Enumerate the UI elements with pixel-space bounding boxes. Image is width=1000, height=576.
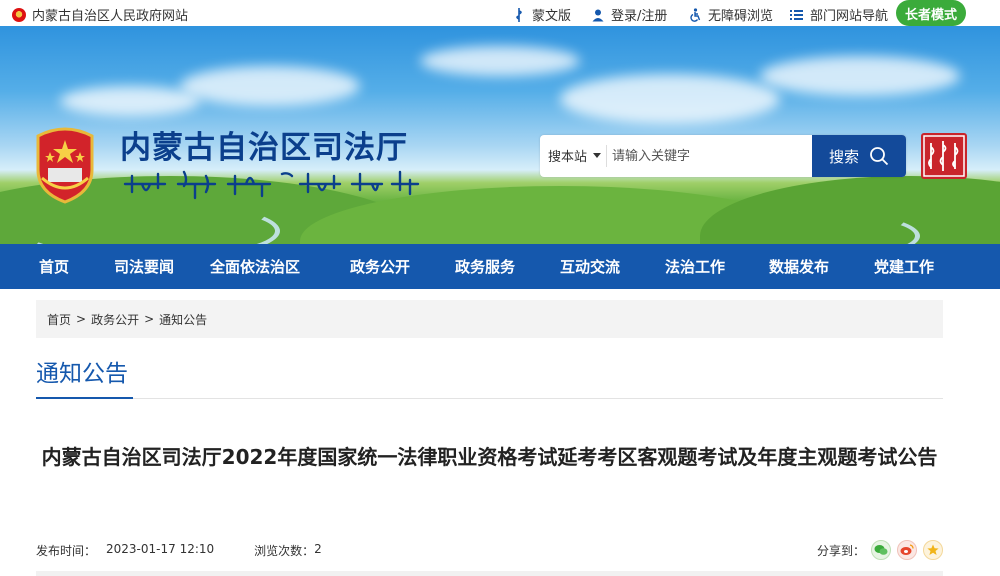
site-title: 内蒙古自治区司法厅	[120, 130, 408, 166]
chevron-down-icon	[593, 153, 602, 158]
dept-nav-link[interactable]: 部门网站导航	[790, 5, 888, 24]
login-register-label: 登录/注册	[611, 9, 668, 24]
search-input[interactable]	[612, 141, 808, 171]
search-icon	[869, 146, 889, 166]
nav-party-building[interactable]: 党建工作	[848, 244, 960, 289]
breadcrumb-gov-affairs[interactable]: 政务公开	[91, 311, 139, 328]
mongolian-version-link[interactable]: 蒙文版	[512, 5, 571, 24]
search-button[interactable]: 搜索	[812, 135, 906, 177]
search-scope-label: 搜本站	[548, 150, 588, 165]
breadcrumb-separator: >	[76, 312, 87, 326]
nav-gov-services[interactable]: 政务服务	[430, 244, 540, 289]
qzone-icon[interactable]	[923, 540, 944, 560]
elder-mode-button[interactable]: 长者模式	[896, 0, 966, 26]
weibo-icon[interactable]	[897, 540, 918, 560]
mongolian-version-label: 蒙文版	[532, 9, 572, 24]
article-title: 内蒙古自治区司法厅2022年度国家统一法律职业资格考试延考考区客观题考试及年度主…	[41, 445, 938, 469]
national-emblem-icon	[12, 7, 26, 22]
section-title-underline	[36, 397, 133, 399]
section-title: 通知公告	[36, 361, 128, 387]
content-top-border	[36, 571, 943, 576]
nav-judicial-news[interactable]: 司法要闻	[108, 244, 180, 289]
search-button-label: 搜索	[828, 147, 859, 166]
gov-site-label: 内蒙古自治区人民政府网站	[32, 9, 189, 24]
gov-site-link[interactable]: 内蒙古自治区人民政府网站	[12, 5, 188, 24]
dept-nav-label: 部门网站导航	[810, 9, 889, 24]
article-meta: 发布时间： 2023-01-17 12:10 浏览次数： 2	[36, 542, 362, 559]
nav-legal-work[interactable]: 法治工作	[640, 244, 750, 289]
login-register-link[interactable]: 登录/注册	[591, 5, 667, 24]
main-nav: 首页 司法要闻 全面依法治区 政务公开 政务服务 互动交流 法治工作 数据发布 …	[0, 244, 1000, 289]
mongolian-script-icon	[512, 7, 526, 22]
mongolian-title-script	[120, 166, 420, 206]
nav-rule-of-law[interactable]: 全面依法治区	[180, 244, 330, 289]
publish-time-label: 发布时间：	[36, 544, 97, 558]
section-divider	[36, 398, 943, 399]
search-divider	[606, 145, 607, 167]
list-icon	[790, 8, 804, 22]
header-banner: 内蒙古自治区司法厅 搜本站 搜索	[0, 26, 1000, 244]
breadcrumb: 首页 > 政务公开 > 通知公告	[36, 300, 943, 338]
share-label: 分享到：	[817, 543, 866, 558]
share-bar: 分享到：	[817, 540, 944, 560]
view-count-value: 2	[314, 542, 322, 556]
breadcrumb-notices[interactable]: 通知公告	[159, 311, 207, 328]
nav-home[interactable]: 首页	[0, 244, 108, 289]
user-icon	[591, 8, 605, 22]
nav-gov-affairs-open[interactable]: 政务公开	[330, 244, 430, 289]
search-box: 搜本站 搜索	[540, 135, 906, 177]
breadcrumb-separator: >	[144, 312, 155, 326]
breadcrumb-home[interactable]: 首页	[47, 311, 71, 328]
accessibility-label: 无障碍浏览	[708, 9, 774, 24]
publish-time-value: 2023-01-17 12:10	[106, 542, 215, 556]
top-utility-bar: 内蒙古自治区人民政府网站 蒙文版 登录/注册 无障碍浏览 部门网站导航 长者模式	[0, 0, 1000, 26]
nav-interaction[interactable]: 互动交流	[540, 244, 640, 289]
search-scope-select[interactable]: 搜本站	[548, 146, 602, 165]
view-count-label: 浏览次数：	[254, 544, 315, 558]
nav-data-release[interactable]: 数据发布	[750, 244, 848, 289]
accessibility-link[interactable]: 无障碍浏览	[688, 5, 773, 24]
justice-emblem-logo	[28, 122, 102, 206]
accessibility-icon	[688, 7, 702, 22]
wechat-icon[interactable]	[871, 540, 892, 560]
seal-stamp-logo	[921, 133, 967, 179]
